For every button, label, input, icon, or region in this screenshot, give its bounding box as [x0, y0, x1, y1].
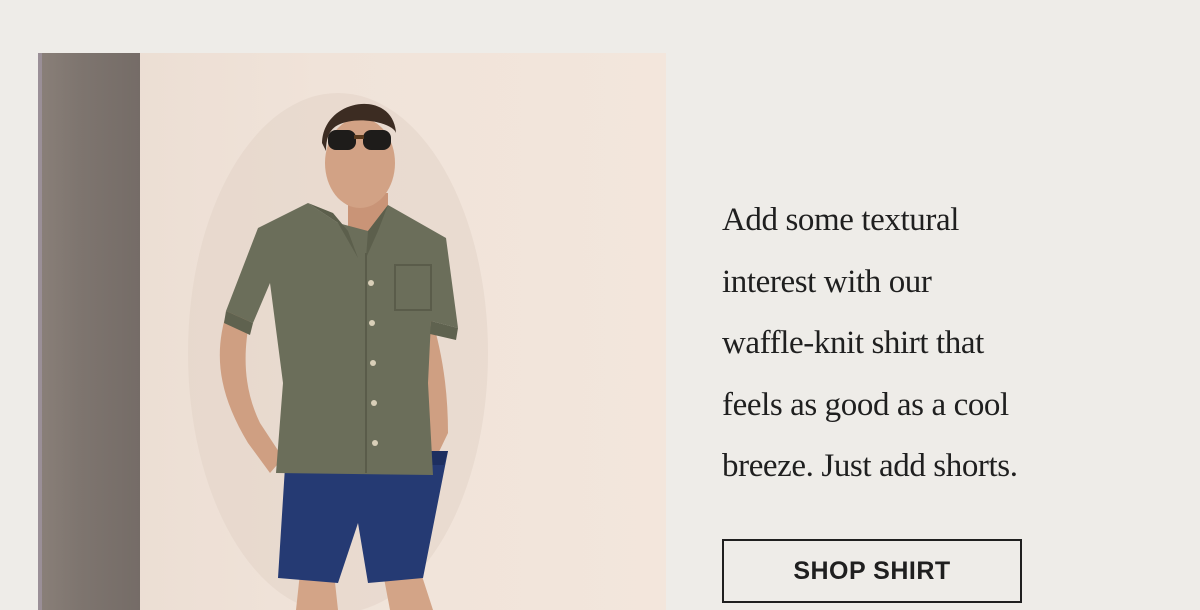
hero-body-copy: Add some textural interest with our waff…	[722, 190, 1142, 498]
copy-line: feels as good as a cool	[722, 386, 1009, 423]
shop-shirt-button[interactable]: SHOP SHIRT	[722, 539, 1022, 603]
copy-line: Add some textural	[722, 202, 959, 238]
model-illustration	[188, 93, 488, 610]
copy-line: breeze. Just add shorts.	[722, 448, 1018, 484]
copy-line: interest with our	[722, 263, 932, 300]
hero-product-image[interactable]	[38, 53, 666, 610]
copy-line: waffle-knit shirt that	[722, 325, 984, 361]
